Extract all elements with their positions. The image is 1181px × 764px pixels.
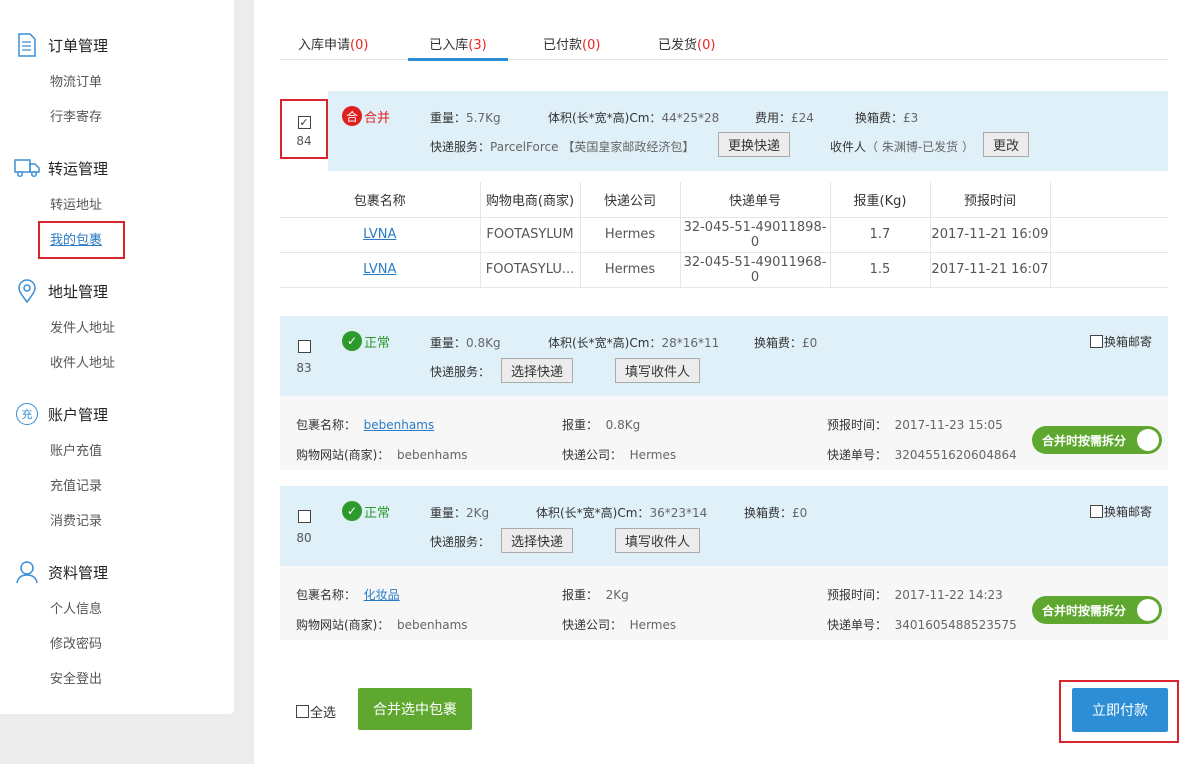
table-row: LVNA FOOTASYLUM Hermes 32-045-51-4901189… bbox=[280, 217, 1168, 253]
highlight-box bbox=[38, 221, 125, 259]
package-card-83: 83 ✓ 正常 重量：0.8Kg 体积(长*宽*高)Cm：28*16*11 换箱… bbox=[280, 316, 1168, 396]
table-header: 包裹名称 购物电商(商家) 快递公司 快递单号 报重(Kg) 预报时间 bbox=[280, 182, 1168, 218]
sidebar-item-transport-address[interactable]: 转运地址 bbox=[50, 194, 102, 213]
table-row: LVNA FOOTASYLU... Hermes 32-045-51-49011… bbox=[280, 252, 1168, 288]
package-details: 包裹名称： 化妆品 报重： 2Kg 预报时间： 2017-11-22 14:23… bbox=[280, 566, 1168, 640]
section-title-transport: 转运管理 bbox=[48, 159, 109, 178]
rebox-checkbox[interactable]: 换箱邮寄 bbox=[1090, 333, 1152, 350]
package-checkbox[interactable] bbox=[297, 340, 311, 353]
status-badge: ✓ 正常 bbox=[342, 331, 390, 351]
volume-value: 44*25*28 bbox=[661, 111, 720, 125]
merge-selected-button[interactable]: 合并选中包裹 bbox=[358, 688, 472, 730]
sidebar-item-luggage[interactable]: 行李寄存 bbox=[50, 106, 102, 125]
change-receiver-button[interactable]: 更改 bbox=[983, 132, 1029, 157]
sidebar-item-receiver-address[interactable]: 收件人地址 bbox=[50, 352, 115, 371]
sidebar-item-change-password[interactable]: 修改密码 bbox=[50, 633, 102, 652]
section-account: 充 账户管理 bbox=[14, 399, 108, 429]
box-fee-value: £3 bbox=[903, 111, 919, 125]
item-link[interactable]: LVNA bbox=[363, 227, 396, 242]
package-name-link[interactable]: bebenhams bbox=[364, 418, 435, 432]
receiver-value: （ 朱渊博-已发货 ） bbox=[866, 140, 974, 154]
item-link[interactable]: LVNA bbox=[363, 262, 396, 277]
merge-icon: 合 bbox=[342, 106, 362, 126]
section-title-profile: 资料管理 bbox=[48, 563, 109, 582]
location-pin-icon bbox=[14, 278, 40, 304]
section-title-address: 地址管理 bbox=[48, 282, 109, 301]
sidebar-item-recharge-history[interactable]: 充值记录 bbox=[50, 475, 102, 494]
package-items-table: 包裹名称 购物电商(商家) 快递公司 快递单号 报重(Kg) 预报时间 LVNA… bbox=[280, 182, 1168, 288]
package-details: 包裹名称： bebenhams 报重： 0.8Kg 预报时间： 2017-11-… bbox=[280, 396, 1168, 470]
service-value: ParcelForce 【英国皇家邮政经济包】 bbox=[490, 140, 695, 154]
tab-inbound-request[interactable]: 入库申请(0) bbox=[298, 34, 368, 53]
main-content: 入库申请(0) 已入库(3) 已付款(0) 已发货(0) ✓ 84 合 合并 重… bbox=[254, 0, 1181, 764]
section-title-orders: 订单管理 bbox=[48, 36, 109, 55]
section-transport: 转运管理 bbox=[14, 153, 108, 183]
package-checkbox[interactable] bbox=[297, 510, 311, 523]
tab-bar: 入库申请(0) 已入库(3) 已付款(0) 已发货(0) bbox=[280, 30, 1168, 61]
section-orders: 订单管理 bbox=[14, 30, 108, 60]
split-toggle[interactable]: 合并时按需拆分 bbox=[1032, 596, 1162, 624]
select-all-checkbox[interactable]: 全选 bbox=[296, 702, 336, 721]
section-address: 地址管理 bbox=[14, 276, 108, 306]
truck-icon bbox=[14, 155, 40, 181]
status-badge: 合 合并 bbox=[342, 106, 390, 126]
recharge-icon: 充 bbox=[14, 401, 40, 427]
section-title-account: 账户管理 bbox=[48, 405, 109, 424]
user-icon bbox=[14, 559, 40, 585]
sidebar: 订单管理 物流订单 行李寄存 转运管理 转运地址 我的包裹 地址管理 发件人地址… bbox=[0, 0, 234, 714]
sidebar-item-recharge[interactable]: 账户充值 bbox=[50, 440, 102, 459]
sidebar-item-spending-history[interactable]: 消费记录 bbox=[50, 510, 102, 529]
select-courier-button[interactable]: 选择快递 bbox=[501, 358, 573, 383]
tab-stored[interactable]: 已入库(3) bbox=[408, 34, 508, 61]
check-circle-icon: ✓ bbox=[342, 331, 362, 351]
sidebar-item-sender-address[interactable]: 发件人地址 bbox=[50, 317, 115, 336]
change-service-button[interactable]: 更换快递 bbox=[718, 132, 790, 157]
section-profile: 资料管理 bbox=[14, 557, 108, 587]
package-number: 83 bbox=[296, 361, 312, 375]
weight-value: 5.7Kg bbox=[466, 111, 501, 125]
tab-paid[interactable]: 已付款(0) bbox=[543, 34, 600, 53]
sidebar-item-logistics-orders[interactable]: 物流订单 bbox=[50, 71, 102, 90]
package-select[interactable]: 83 bbox=[280, 316, 328, 396]
package-select[interactable]: 80 bbox=[280, 486, 328, 566]
document-icon bbox=[14, 32, 40, 58]
pay-now-button[interactable]: 立即付款 bbox=[1072, 688, 1168, 732]
fill-receiver-button[interactable]: 填写收件人 bbox=[615, 358, 700, 383]
package-card-80: 80 ✓ 正常 重量：2Kg 体积(长*宽*高)Cm：36*23*14 换箱费：… bbox=[280, 486, 1168, 566]
fill-receiver-button[interactable]: 填写收件人 bbox=[615, 528, 700, 553]
sidebar-item-personal-info[interactable]: 个人信息 bbox=[50, 598, 102, 617]
sidebar-item-logout[interactable]: 安全登出 bbox=[50, 668, 102, 687]
package-name-link[interactable]: 化妆品 bbox=[364, 588, 400, 602]
rebox-checkbox[interactable]: 换箱邮寄 bbox=[1090, 503, 1152, 520]
select-courier-button[interactable]: 选择快递 bbox=[501, 528, 573, 553]
split-toggle[interactable]: 合并时按需拆分 bbox=[1032, 426, 1162, 454]
package-card-84: ✓ 84 合 合并 重量：5.7Kg 体积(长*宽*高)Cm：44*25*28 … bbox=[280, 91, 1168, 171]
status-badge: ✓ 正常 bbox=[342, 501, 390, 521]
selection-highlight bbox=[280, 99, 328, 159]
package-number: 80 bbox=[296, 531, 312, 545]
fee-value: £24 bbox=[791, 111, 814, 125]
check-circle-icon: ✓ bbox=[342, 501, 362, 521]
tab-shipped[interactable]: 已发货(0) bbox=[658, 34, 715, 53]
